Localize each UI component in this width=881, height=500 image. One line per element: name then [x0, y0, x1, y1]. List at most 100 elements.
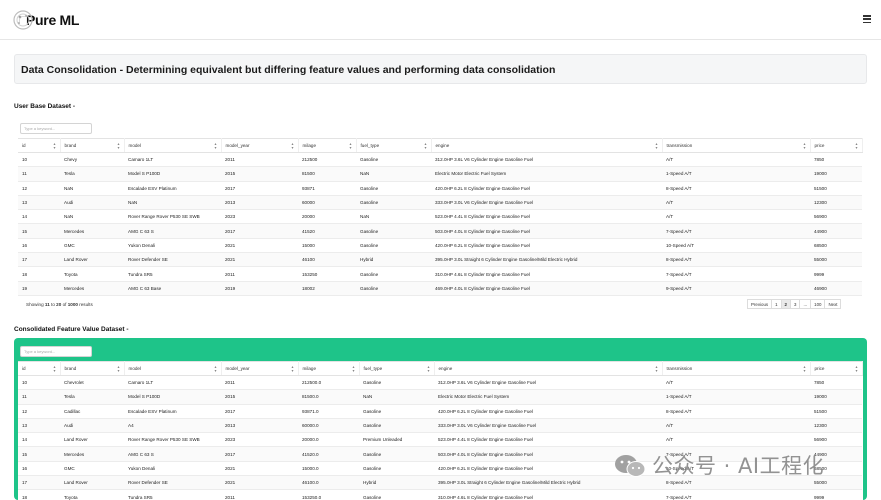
column-header[interactable]: fuel_type ▴ ▾ [359, 361, 435, 376]
sort-arrows-icon[interactable]: ▴ ▾ [53, 365, 55, 373]
sort-arrows-icon[interactable]: ▴ ▾ [214, 142, 216, 150]
table-cell: 333.0HP 3.0L V6 Cylinder Engine Gasoline… [434, 418, 662, 434]
column-header-label: engine [438, 366, 453, 371]
column-header[interactable]: id ▴ ▾ [18, 138, 61, 153]
table-cell: 333.0HP 3.0L V6 Cylinder Engine Gasoline… [431, 195, 662, 211]
sort-arrows-icon[interactable]: ▴ ▾ [352, 365, 354, 373]
sort-arrows-icon[interactable]: ▴ ▾ [214, 365, 216, 373]
table-cell: AMG C 63 S [124, 223, 221, 239]
pagination-button[interactable]: 100 [810, 299, 826, 309]
table-cell: 15000 [298, 238, 356, 254]
table-cell: Gasoline [359, 404, 434, 419]
column-header[interactable]: id ▴ ▾ [18, 361, 61, 376]
table-cell: 56900 [810, 209, 862, 225]
table-row: 19 Mercedes AMG C 63 Base 2019 18002 Gasoline… [18, 281, 862, 296]
column-header[interactable]: transmission ▴ ▾ [662, 361, 811, 376]
column-header[interactable]: transmission ▴ ▾ [662, 138, 811, 153]
column-header-label: engine [435, 143, 450, 148]
column-header[interactable]: brand ▴ ▾ [60, 361, 125, 376]
column-header[interactable]: milage ▴ ▾ [298, 361, 360, 376]
column-header[interactable]: engine ▴ ▾ [431, 138, 663, 153]
sort-arrows-icon[interactable]: ▴ ▾ [349, 142, 351, 150]
sort-arrows-icon[interactable]: ▴ ▾ [291, 365, 293, 373]
sort-arrows-icon[interactable]: ▴ ▾ [427, 365, 429, 373]
table-cell: 153250 [298, 266, 356, 282]
column-header[interactable]: model_year ▴ ▾ [221, 361, 299, 376]
column-header[interactable]: price ▴ ▾ [810, 138, 863, 153]
table-cell: Gasoline [359, 461, 434, 477]
column-header[interactable]: model ▴ ▾ [124, 138, 222, 153]
table-cell: 60000 [298, 195, 356, 211]
page-title-card: Data Consolidation - Determining equival… [14, 54, 867, 84]
table-cell: Tundra SR5 [124, 489, 221, 500]
table-cell: Camaro 1LT [124, 152, 221, 168]
sort-arrows-icon[interactable]: ▴ ▾ [117, 142, 119, 150]
sort-arrows-icon[interactable]: ▴ ▾ [53, 142, 55, 150]
table-cell: 14 [18, 209, 60, 225]
hamburger-menu-icon[interactable] [863, 15, 871, 24]
column-header[interactable]: model_year ▴ ▾ [221, 138, 299, 153]
table-cell: 41520 [298, 223, 356, 239]
table-cell: Premium Unleaded [359, 432, 434, 448]
table-cell: 212500.0 [298, 375, 359, 391]
table-cell: 81500 [298, 166, 356, 182]
table-cell: 16 [18, 461, 60, 477]
sort-arrows-icon[interactable]: ▴ ▾ [655, 365, 657, 373]
sort-arrows-icon[interactable]: ▴ ▾ [291, 142, 293, 150]
column-header-label: milage [302, 143, 317, 148]
column-header[interactable]: price ▴ ▾ [810, 361, 863, 376]
sort-arrows-icon[interactable]: ▴ ▾ [117, 365, 119, 373]
column-header[interactable]: fuel_type ▴ ▾ [356, 138, 432, 153]
table-cell: 20000 [298, 209, 356, 225]
table-cell: AMG C 63 S [124, 446, 221, 462]
table-cell: 310.0HP 4.6L 8 Cylinder Engine Gasoline … [431, 266, 662, 282]
table-cell: 9999 [810, 266, 862, 282]
table-cell: 14 [18, 432, 60, 448]
table-cell: 19000 [810, 166, 862, 182]
table-cell: 2019 [221, 281, 298, 296]
table-cell: 46100 [298, 252, 356, 268]
table-cell: 44900 [810, 223, 862, 239]
table-cell: A4 [124, 418, 221, 434]
column-header[interactable]: engine ▴ ▾ [434, 361, 663, 376]
page-title: Data Consolidation - Determining equival… [21, 64, 556, 76]
table-cell: Escalade ESV Platinum [124, 181, 221, 196]
table-cell: 15 [18, 446, 60, 462]
table-cell: 2013 [221, 195, 298, 211]
sort-arrows-icon[interactable]: ▴ ▾ [424, 142, 426, 150]
table-cell: NaN [60, 209, 124, 225]
logo[interactable]: Pure ML [12, 7, 79, 33]
sort-arrows-icon[interactable]: ▴ ▾ [803, 365, 805, 373]
column-header-label: transmission [666, 366, 693, 371]
table-cell: A/T [662, 152, 810, 168]
column-header[interactable]: milage ▴ ▾ [298, 138, 357, 153]
table-cell: 19000 [810, 389, 862, 405]
pagination-info: Showing 11 to 20 of 1000 results [26, 302, 93, 307]
column-header-label: milage [302, 366, 317, 371]
table-cell: Mercedes [60, 281, 124, 296]
table-cell: 19 [18, 281, 60, 296]
table-cell: 8-Speed A/T [662, 252, 810, 268]
table-cell: 13 [18, 195, 60, 211]
table-cell: 2023 [221, 209, 298, 225]
table-cell: 81500.0 [298, 389, 359, 405]
sort-arrows-icon[interactable]: ▴ ▾ [655, 142, 657, 150]
top-bar: Pure ML [0, 0, 881, 40]
table-cell: 46100.0 [298, 475, 359, 491]
table-cell: 153250.0 [298, 489, 359, 500]
column-header[interactable]: brand ▴ ▾ [60, 138, 125, 153]
pagination-button[interactable]: Next [824, 299, 842, 309]
user-base-search-input[interactable] [20, 123, 92, 134]
consolidated-search-input[interactable] [20, 346, 92, 357]
sort-arrows-icon[interactable]: ▴ ▾ [803, 142, 805, 150]
table-cell: 2021 [221, 252, 298, 268]
sort-arrows-icon[interactable]: ▴ ▾ [855, 365, 857, 373]
table-cell: Audi [60, 195, 124, 211]
table-cell: 523.0HP 4.4L 8 Cylinder Engine Gasoline … [431, 209, 662, 225]
pagination-button[interactable]: Previous [747, 299, 773, 309]
sort-arrows-icon[interactable]: ▴ ▾ [855, 142, 857, 150]
column-header[interactable]: model ▴ ▾ [124, 361, 222, 376]
table-cell: 312.0HP 3.6L V6 Cylinder Engine Gasoline… [434, 375, 662, 391]
table-row: 13 Audi NaN 2013 60000 Gasoline 333.0HP 3.0L V… [18, 195, 862, 211]
table-cell: 8-Speed A/T [662, 181, 810, 196]
